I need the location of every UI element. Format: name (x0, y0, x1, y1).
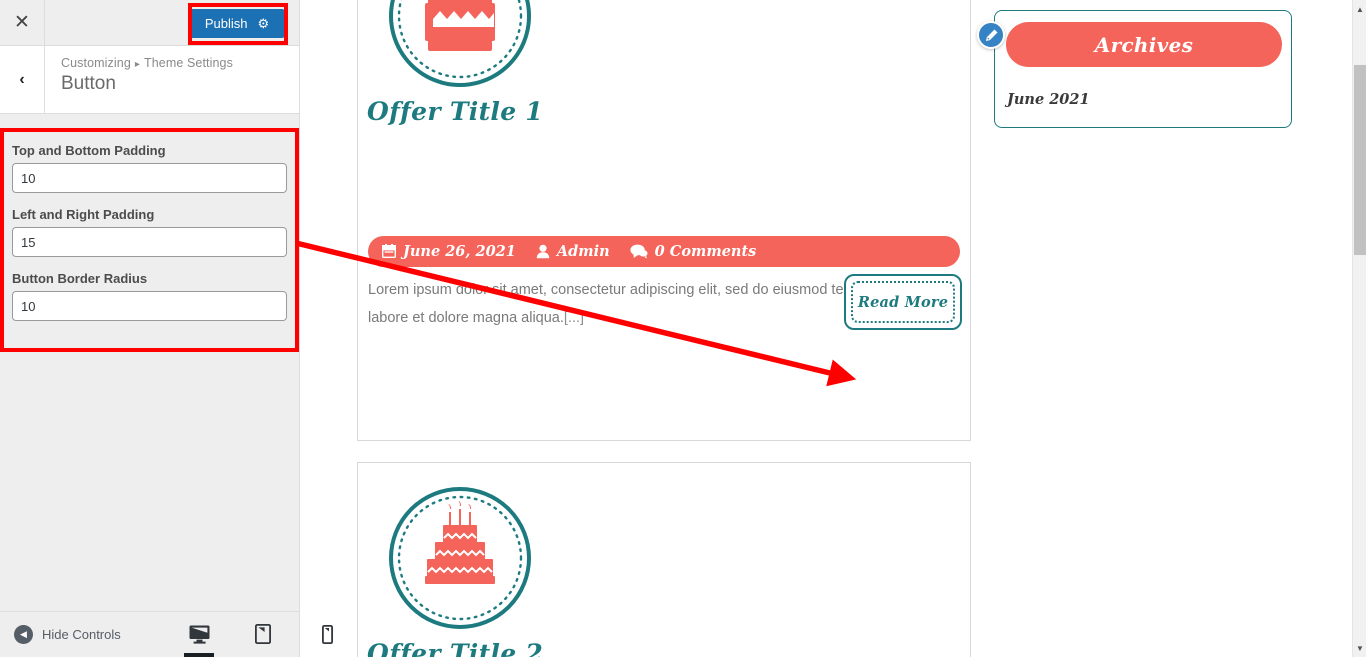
post-excerpt-more[interactable]: [...] (564, 310, 584, 326)
page-title: Button (61, 73, 116, 94)
pencil-edit-icon[interactable] (977, 21, 1005, 49)
scrollbar-thumb[interactable] (1354, 65, 1366, 255)
field-label: Left and Right Padding (12, 207, 155, 222)
post-title[interactable]: Offer Title 2 (367, 639, 543, 657)
post-meta-bar: June 26, 2021 Admin 0 Comments (368, 236, 960, 267)
calendar-icon (382, 244, 396, 259)
publish-button-label: Publish (204, 16, 248, 31)
top-bottom-padding-input[interactable] (12, 163, 287, 193)
tablet-icon[interactable] (242, 611, 284, 657)
breadcrumb-root[interactable]: Customizing (61, 56, 131, 70)
breadcrumb-separator: ▸ (134, 59, 140, 70)
customizer-titles: Customizing ▸ Theme Settings Button (45, 46, 233, 113)
read-more-button[interactable]: Read More (844, 274, 962, 330)
publish-button[interactable]: Publish ⚙ (189, 9, 285, 38)
field-button-border-radius: Button Border Radius (12, 271, 287, 321)
caret-left-icon: ◀ (14, 625, 33, 644)
vertical-scrollbar[interactable]: ▲ ▼ (1352, 0, 1366, 657)
birthday-cake-tiered-icon (385, 483, 535, 633)
device-preview-switcher (178, 611, 348, 657)
gear-icon[interactable]: ⚙ (257, 17, 269, 30)
desktop-icon[interactable] (178, 611, 220, 657)
field-top-bottom-padding: Top and Bottom Padding (12, 143, 287, 193)
post-author: Admin (556, 243, 610, 260)
publish-button-wrap: Publish ⚙ (184, 4, 290, 42)
screen-root: Offer Title 1 June 26, 2021 Admin 0 Comm… (0, 0, 1366, 657)
archives-widget-title: Archives (1006, 22, 1282, 67)
post-date: June 26, 2021 (403, 243, 516, 260)
post-title[interactable]: Offer Title 1 (367, 97, 543, 126)
field-left-right-padding: Left and Right Padding (12, 207, 287, 257)
customizer-sidebar: ✕ Publish ⚙ ‹ Customizing ▸ Theme Settings… (0, 0, 333, 657)
button-border-radius-input[interactable] (12, 291, 287, 321)
customizer-footer: ◀ Hide Controls (0, 611, 333, 657)
post-card: Offer Title 1 June 26, 2021 Admin 0 Comm… (357, 0, 971, 441)
hide-controls-button[interactable]: ◀ Hide Controls (14, 625, 121, 644)
hide-controls-label: Hide Controls (42, 627, 121, 642)
post-comments: 0 Comments (654, 243, 757, 260)
user-icon (536, 244, 550, 259)
breadcrumb-section[interactable]: Theme Settings (144, 56, 233, 70)
birthday-cake-icon (385, 0, 535, 91)
left-right-padding-input[interactable] (12, 227, 287, 257)
read-more-label: Read More (851, 281, 955, 323)
close-icon[interactable]: ✕ (0, 0, 45, 45)
scrollbar-down-arrow-icon[interactable]: ▼ (1353, 641, 1366, 655)
theme-preview-frame: Offer Title 1 June 26, 2021 Admin 0 Comm… (300, 0, 1352, 657)
comments-icon (630, 244, 648, 259)
customizer-fields: Top and Bottom Padding Left and Right Pa… (0, 129, 299, 339)
archives-widget: Archives June 2021 (994, 10, 1292, 128)
chevron-left-icon[interactable]: ‹ (0, 46, 45, 113)
customizer-panel-header: ‹ Customizing ▸ Theme Settings Button (0, 46, 299, 114)
customizer-topbar: ✕ Publish ⚙ (0, 0, 299, 46)
post-card: Offer Title 2 (357, 462, 971, 657)
archives-widget-item[interactable]: June 2021 (1007, 91, 1090, 108)
field-label: Top and Bottom Padding (12, 143, 166, 158)
scrollbar-up-arrow-icon[interactable]: ▲ (1353, 2, 1366, 16)
mobile-icon[interactable] (306, 611, 348, 657)
field-label: Button Border Radius (12, 271, 148, 286)
breadcrumb: Customizing ▸ Theme Settings (61, 56, 233, 70)
